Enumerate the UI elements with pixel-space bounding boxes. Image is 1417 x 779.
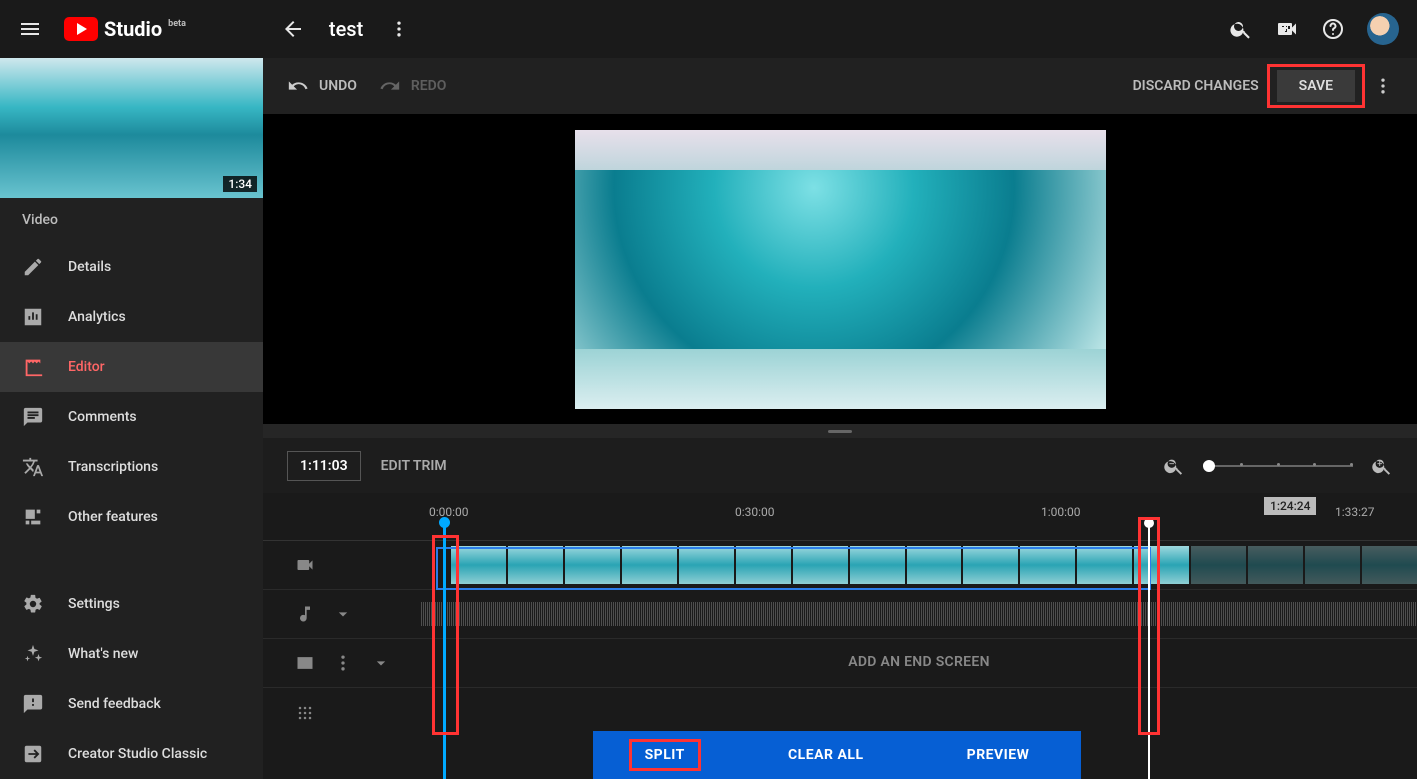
zoom-out-icon[interactable]	[1163, 455, 1185, 477]
beta-label: beta	[168, 19, 186, 29]
title-more-icon[interactable]	[387, 17, 411, 41]
timecode-display[interactable]: 1:11:03	[287, 451, 361, 481]
sidebar-item-other[interactable]: Other features	[0, 492, 263, 542]
ruler-tick-label: 0:30:00	[735, 505, 775, 519]
sidebar-item-transcriptions[interactable]: Transcriptions	[0, 442, 263, 492]
trim-controls: 1:11:03 EDIT TRIM	[263, 438, 1417, 493]
zoom-slider[interactable]	[1203, 465, 1353, 467]
sidebar-item-label: Settings	[68, 596, 120, 612]
avatar[interactable]	[1367, 13, 1399, 45]
action-bar: UNDO REDO DISCARD CHANGES SAVE	[263, 58, 1417, 114]
resize-handle[interactable]	[263, 424, 1417, 438]
feedback-icon	[22, 693, 44, 715]
exit-icon	[22, 743, 44, 765]
blur-track	[263, 688, 1417, 737]
save-button[interactable]: SAVE	[1277, 70, 1355, 102]
discard-button[interactable]: DISCARD CHANGES	[1133, 78, 1259, 94]
sidebar-item-editor[interactable]: Editor	[0, 342, 263, 392]
top-bar: Studio beta test	[0, 0, 1417, 58]
sidebar-item-label: Editor	[68, 359, 105, 375]
timeline-ruler[interactable]: 0:00:00 0:30:00 1:00:00 1:33:27 1:24:24	[263, 493, 1417, 541]
actionbar-more-icon[interactable]	[1373, 76, 1393, 96]
chevron-down-icon[interactable]	[333, 604, 353, 624]
thumbnail-duration: 1:34	[223, 176, 257, 192]
sidebar: 1:34 Video Details Analytics Editor Comm…	[0, 58, 263, 779]
back-arrow-icon[interactable]	[281, 17, 305, 41]
search-icon[interactable]	[1229, 17, 1253, 41]
sidebar-item-label: What's new	[68, 646, 138, 662]
sidebar-item-label: Transcriptions	[68, 459, 158, 475]
page-title: test	[329, 17, 363, 41]
audio-track	[263, 590, 1417, 639]
sidebar-item-label: Send feedback	[68, 696, 161, 712]
sidebar-item-details[interactable]: Details	[0, 242, 263, 292]
sidebar-item-comments[interactable]: Comments	[0, 392, 263, 442]
editor-icon	[22, 356, 44, 378]
video-track-content[interactable]	[421, 541, 1417, 589]
video-track	[263, 541, 1417, 590]
video-thumbnail[interactable]: 1:34	[0, 58, 263, 198]
clear-all-button[interactable]: CLEAR ALL	[788, 747, 864, 763]
sidebar-section: Video	[0, 198, 263, 242]
more-icon[interactable]	[333, 653, 353, 673]
chevron-down-icon[interactable]	[371, 653, 391, 673]
sidebar-item-classic[interactable]: Creator Studio Classic	[0, 729, 263, 779]
translate-icon	[22, 456, 44, 478]
zoom-in-icon[interactable]	[1371, 455, 1393, 477]
menu-icon[interactable]	[18, 17, 42, 41]
studio-logo[interactable]: Studio beta	[64, 17, 186, 41]
sidebar-item-label: Details	[68, 259, 111, 275]
sidebar-item-feedback[interactable]: Send feedback	[0, 679, 263, 729]
endscreen-label: ADD AN END SCREEN	[421, 654, 1417, 670]
ruler-tooltip: 1:24:24	[1264, 497, 1316, 515]
help-icon[interactable]	[1321, 17, 1345, 41]
ruler-tick-label: 1:33:27	[1335, 505, 1375, 519]
sidebar-item-analytics[interactable]: Analytics	[0, 292, 263, 342]
timeline: 0:00:00 0:30:00 1:00:00 1:33:27 1:24:24	[263, 493, 1417, 779]
analytics-icon	[22, 306, 44, 328]
undo-button[interactable]: UNDO	[287, 75, 357, 97]
sidebar-item-label: Analytics	[68, 309, 126, 325]
product-name: Studio	[104, 17, 162, 41]
comments-icon	[22, 406, 44, 428]
create-video-icon[interactable]	[1275, 17, 1299, 41]
endscreen-track-content[interactable]: ADD AN END SCREEN	[421, 639, 1417, 687]
sparkle-icon	[22, 643, 44, 665]
sidebar-item-whatsnew[interactable]: What's new	[0, 629, 263, 679]
audio-track-content[interactable]	[421, 590, 1417, 638]
sidebar-item-label: Creator Studio Classic	[68, 746, 207, 762]
video-track-icon	[295, 555, 315, 575]
sidebar-item-settings[interactable]: Settings	[0, 579, 263, 629]
youtube-icon	[64, 17, 98, 41]
blur-track-icon	[295, 703, 315, 723]
ruler-tick-label: 0:00:00	[429, 505, 469, 519]
editor-main: UNDO REDO DISCARD CHANGES SAVE	[263, 58, 1417, 779]
other-icon	[22, 506, 44, 528]
sidebar-item-label: Other features	[68, 509, 158, 525]
split-button[interactable]: SPLIT	[645, 747, 685, 763]
edit-trim-button[interactable]: EDIT TRIM	[381, 458, 447, 474]
video-preview[interactable]	[263, 114, 1417, 424]
audio-track-icon	[295, 604, 315, 624]
undo-label: UNDO	[319, 78, 357, 94]
preview-button[interactable]: PREVIEW	[967, 747, 1030, 763]
endscreen-track-icon	[295, 653, 315, 673]
endscreen-track: ADD AN END SCREEN	[263, 639, 1417, 688]
split-toolbar: SPLIT CLEAR ALL PREVIEW	[593, 731, 1081, 779]
redo-button: REDO	[379, 75, 447, 97]
ruler-tick-label: 1:00:00	[1041, 505, 1081, 519]
sidebar-item-label: Comments	[68, 409, 137, 425]
pencil-icon	[22, 256, 44, 278]
redo-label: REDO	[411, 78, 447, 94]
gear-icon	[22, 593, 44, 615]
